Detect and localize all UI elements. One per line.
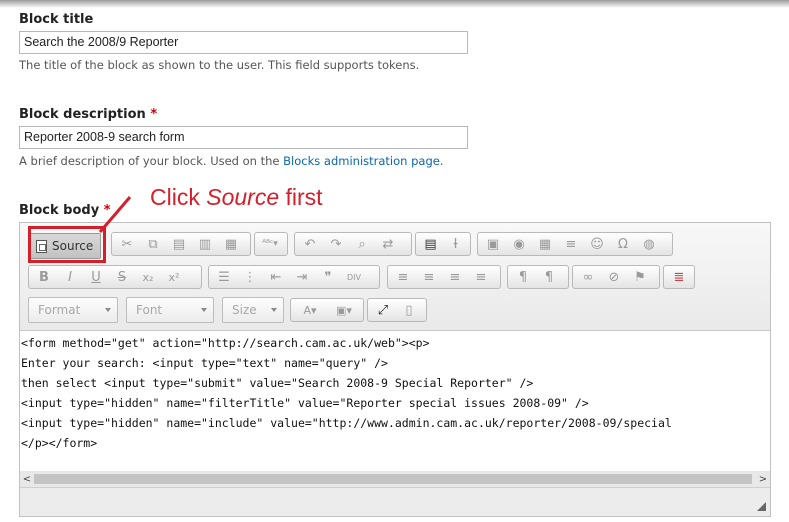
insert-group: ▣ ◉ ▦ ≡ ☺ Ω ◍ xyxy=(477,232,673,256)
block-title-input[interactable]: Search the 2008/9 Reporter xyxy=(19,31,468,54)
block-title-label: Block title xyxy=(19,12,94,27)
code-line: <input type="hidden" name="include" valu… xyxy=(21,416,672,430)
text-color-icon[interactable]: A▾ xyxy=(293,299,327,321)
pagebreak-icon[interactable]: ≣ xyxy=(666,266,692,288)
undo-icon[interactable]: ↶ xyxy=(297,233,323,255)
block-title-help: The title of the block as shown to the u… xyxy=(19,58,420,72)
clipboard-group: ✂ ⧉ ▤ ▥ ▦ xyxy=(111,232,251,256)
rtl-icon[interactable]: ¶ xyxy=(536,266,562,288)
justify-icon[interactable]: ≡ xyxy=(468,266,494,288)
blocks-admin-link[interactable]: Blocks administration page xyxy=(283,154,440,168)
spellcheck-icon[interactable]: ᴬᴮᶜ▾ xyxy=(257,233,283,255)
code-line: <form method="get" action="http://search… xyxy=(21,336,430,350)
bulleted-list-icon[interactable]: ⋮ xyxy=(237,266,263,288)
basic-styles-group: B I U S x₂ x² xyxy=(28,265,202,289)
block-description-input[interactable]: Reporter 2008-9 search form xyxy=(19,126,468,149)
align-left-icon[interactable]: ≡ xyxy=(390,266,416,288)
replace-icon[interactable]: ⇄ xyxy=(375,233,401,255)
view-group: ⤢ ▯ xyxy=(367,298,427,322)
strike-icon[interactable]: S xyxy=(109,266,135,288)
editor-status-bar xyxy=(20,487,770,516)
code-line: </p></form> xyxy=(21,436,98,450)
spellcheck-group: ᴬᴮᶜ▾ xyxy=(254,232,288,256)
show-blocks-icon[interactable]: ▯ xyxy=(396,299,422,321)
font-combo[interactable]: Font xyxy=(126,297,214,323)
find-icon[interactable]: ⌕ xyxy=(349,233,375,255)
code-line: Enter your search: <input type="text" na… xyxy=(21,356,388,370)
highlight-box xyxy=(28,226,106,263)
select-all-icon[interactable]: ▤ xyxy=(418,233,443,255)
source-code: <form method="get" action="http://search… xyxy=(21,333,672,453)
align-group: ≡ ≡ ≡ ≡ xyxy=(387,265,501,289)
special-char-icon[interactable]: Ω xyxy=(610,233,636,255)
paragraph-group: ☰ ⋮ ⇤ ⇥ ❞ DIV xyxy=(208,265,380,289)
subscript-icon[interactable]: x₂ xyxy=(135,266,161,288)
anchor-icon[interactable]: ⚑ xyxy=(627,266,653,288)
code-line: <input type="hidden" name="filterTitle" … xyxy=(21,396,589,410)
pagebreak-group: ≣ xyxy=(663,265,695,289)
scroll-left-icon[interactable]: < xyxy=(20,471,34,487)
remove-format-icon[interactable]: Ɨ xyxy=(443,233,468,255)
horizontal-scrollbar[interactable]: < > xyxy=(20,471,770,487)
blockquote-icon[interactable]: ❞ xyxy=(315,266,341,288)
smiley-icon[interactable]: ☺ xyxy=(584,233,610,255)
editor-toolbar: Source ✂ ⧉ ▤ ▥ ▦ ᴬᴮᶜ▾ ↶ ↷ ⌕ ⇄ ▤ Ɨ ▣ ◉ ▦ … xyxy=(20,223,770,331)
horizontal-rule-icon[interactable]: ≡ xyxy=(558,233,584,255)
copy-icon[interactable]: ⧉ xyxy=(140,233,166,255)
indent-icon[interactable]: ⇥ xyxy=(289,266,315,288)
required-marker: * xyxy=(150,107,158,122)
underline-icon[interactable]: U xyxy=(83,266,109,288)
block-description-label: Block description * xyxy=(19,107,158,122)
block-description-help: A brief description of your block. Used … xyxy=(19,154,444,168)
maximize-icon[interactable]: ⤢ xyxy=(370,299,396,321)
color-group: A▾ ▣▾ xyxy=(290,298,364,322)
size-combo[interactable]: Size xyxy=(222,297,284,323)
div-icon[interactable]: DIV xyxy=(341,266,367,288)
align-center-icon[interactable]: ≡ xyxy=(416,266,442,288)
callout-annotation: Click Source first xyxy=(150,184,323,210)
cut-icon[interactable]: ✂ xyxy=(114,233,140,255)
iframe-icon[interactable]: ◍ xyxy=(636,233,662,255)
table-icon[interactable]: ▦ xyxy=(532,233,558,255)
undo-group: ↶ ↷ ⌕ ⇄ xyxy=(294,232,412,256)
ltr-icon[interactable]: ¶ xyxy=(510,266,536,288)
source-text-area[interactable]: <form method="get" action="http://search… xyxy=(20,331,770,471)
link-icon[interactable]: ∞ xyxy=(575,266,601,288)
block-body-label: Block body * xyxy=(19,203,111,218)
format-combo[interactable]: Format xyxy=(28,297,118,323)
italic-icon[interactable]: I xyxy=(57,266,83,288)
code-line: then select <input type="submit" value="… xyxy=(21,376,534,390)
superscript-icon[interactable]: x² xyxy=(161,266,187,288)
flash-icon[interactable]: ◉ xyxy=(506,233,532,255)
image-icon[interactable]: ▣ xyxy=(480,233,506,255)
scroll-thumb[interactable] xyxy=(34,474,752,484)
unlink-icon[interactable]: ⊘ xyxy=(601,266,627,288)
scroll-right-icon[interactable]: > xyxy=(756,471,770,487)
redo-icon[interactable]: ↷ xyxy=(323,233,349,255)
rich-text-editor: Source ✂ ⧉ ▤ ▥ ▦ ᴬᴮᶜ▾ ↶ ↷ ⌕ ⇄ ▤ Ɨ ▣ ◉ ▦ … xyxy=(19,222,771,517)
link-group: ∞ ⊘ ⚑ xyxy=(572,265,660,289)
paste-text-icon[interactable]: ▥ xyxy=(192,233,218,255)
outdent-icon[interactable]: ⇤ xyxy=(263,266,289,288)
align-right-icon[interactable]: ≡ xyxy=(442,266,468,288)
paste-word-icon[interactable]: ▦ xyxy=(218,233,244,255)
bg-color-icon[interactable]: ▣▾ xyxy=(327,299,361,321)
required-marker: * xyxy=(103,203,111,218)
top-shadow xyxy=(0,0,789,8)
numbered-list-icon[interactable]: ☰ xyxy=(211,266,237,288)
resize-grip-icon[interactable] xyxy=(757,502,766,511)
format-tools-group: ▤ Ɨ xyxy=(415,232,471,256)
direction-group: ¶ ¶ xyxy=(507,265,569,289)
paste-icon[interactable]: ▤ xyxy=(166,233,192,255)
bold-icon[interactable]: B xyxy=(31,266,57,288)
